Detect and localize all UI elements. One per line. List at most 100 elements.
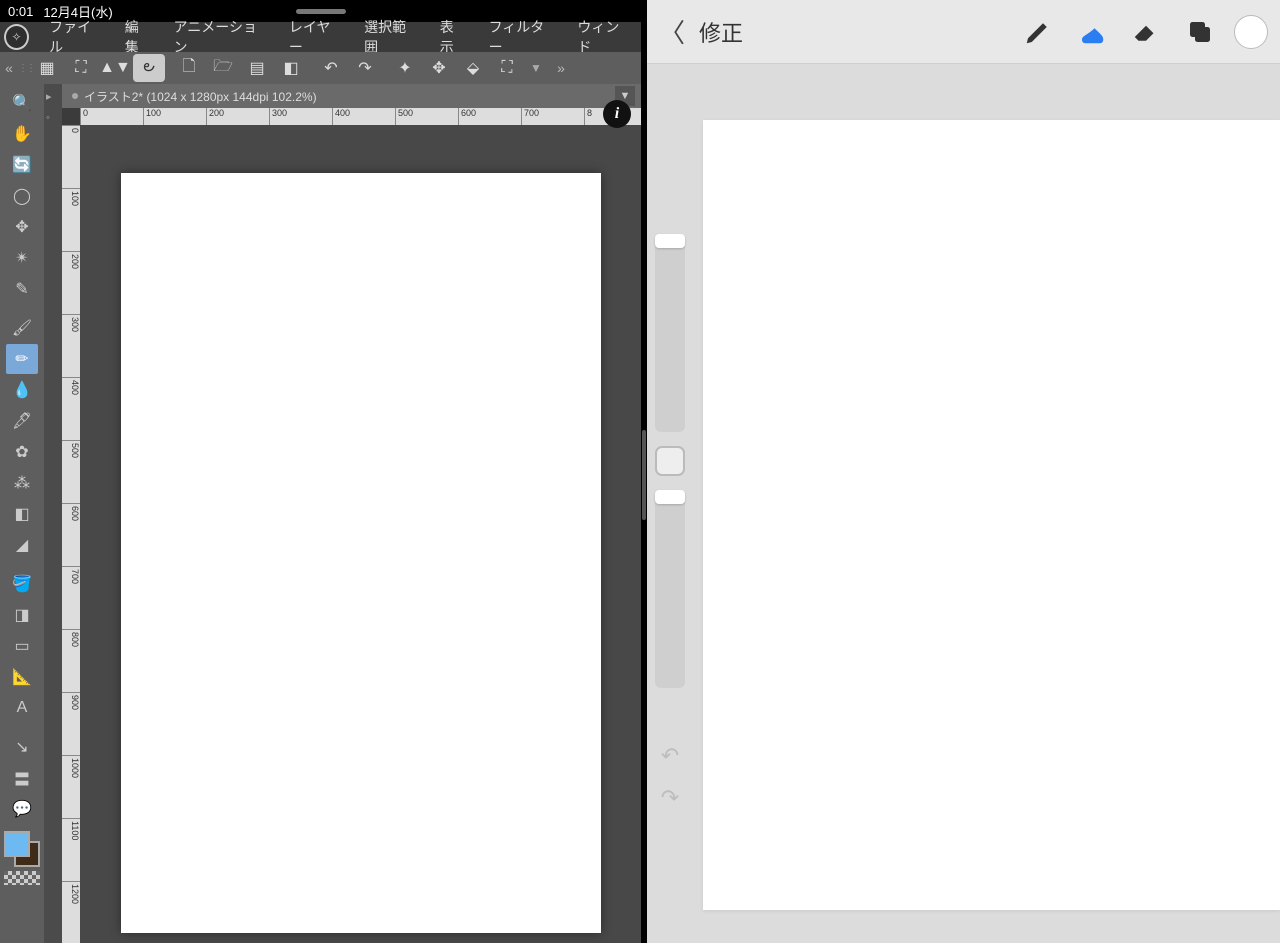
gradient-tool-icon[interactable]: ◨ (6, 600, 38, 630)
guides-icon[interactable]: ✥ (423, 54, 455, 82)
undo-icon[interactable]: ↶ (656, 742, 684, 770)
swirl-icon[interactable]: ౿ (133, 54, 165, 82)
scroll-left-icon[interactable]: « (0, 60, 18, 76)
eraser-tool-icon[interactable]: ◧ (6, 499, 38, 529)
ruler-tick: 300 (269, 108, 287, 125)
scroll-right-icon[interactable]: » (552, 60, 570, 76)
ruler-tick: 100 (143, 108, 161, 125)
left-body: 🔍 ✋ 🔄 ◯ ✥ ✴ ✎ 🖌 ✏ 💧 🖋 ✿ ⁂ ◧ ◢ 🪣 ◨ ▭ 📐 A … (0, 84, 641, 943)
text-tool-icon[interactable]: A (6, 693, 38, 723)
ruler-tick: 400 (332, 108, 350, 125)
snap-icon[interactable]: ✦ (389, 54, 421, 82)
menu-file[interactable]: ファイル (39, 17, 113, 57)
shape-tool-icon[interactable]: ▭ (6, 631, 38, 661)
sort2-icon[interactable]: ◧ (275, 54, 307, 82)
balloon-tool-icon[interactable]: 💬 (6, 794, 38, 824)
opacity-slider[interactable] (655, 490, 685, 688)
divider-handle-icon[interactable] (642, 430, 646, 520)
ruler-tick: 600 (62, 503, 80, 521)
brush-size-slider[interactable] (655, 234, 685, 432)
prop-arrow-icon[interactable]: ▸ (46, 90, 60, 104)
ruler-tick: 400 (62, 377, 80, 395)
ruler-tool-icon[interactable]: 📐 (6, 662, 38, 692)
rotate-tool-icon[interactable]: 🔄 (6, 150, 38, 180)
spray-tool-icon[interactable]: ⁂ (6, 468, 38, 498)
ruler-tick: 500 (395, 108, 413, 125)
sort-icon[interactable]: ▲▼ (99, 54, 131, 82)
gallery-label[interactable]: 修正 (699, 16, 743, 48)
procreate-page[interactable] (703, 120, 1280, 910)
ruler-vertical[interactable]: 0100200300400500600700800900100011001200 (62, 125, 80, 943)
fg-color[interactable] (4, 831, 30, 857)
ruler-tick: 1000 (62, 755, 80, 778)
menu-layer[interactable]: レイヤー (279, 17, 352, 57)
transform-icon[interactable]: ⛶ (491, 54, 523, 82)
menu-animation[interactable]: アニメーション (164, 17, 277, 57)
brush-tool[interactable] (1018, 12, 1058, 52)
ruler-tick: 0 (80, 108, 88, 125)
canvas-page[interactable] (121, 173, 601, 933)
back-icon[interactable]: 〈 (659, 13, 685, 50)
document-title: イラスト2* (1024 x 1280px 144dpi 102.2%) (84, 88, 317, 105)
move-tool-icon[interactable]: ✥ (6, 212, 38, 242)
document-tab[interactable]: イラスト2* (1024 x 1280px 144dpi 102.2%) ▼ (62, 84, 641, 108)
expand-icon[interactable]: ⛶ (65, 54, 97, 82)
hand-tool-icon[interactable]: ✋ (6, 119, 38, 149)
menu-window[interactable]: ウィンド (567, 17, 641, 57)
prop-size-icon[interactable]: ◦ (46, 112, 60, 126)
canvas-wrap: 0100200300400500600700800900100011001200 (62, 125, 641, 943)
deco-tool-icon[interactable]: ✿ (6, 437, 38, 467)
info-badge-icon[interactable]: i (603, 100, 631, 128)
home-indicator[interactable] (296, 9, 346, 14)
unsaved-dot-icon (72, 93, 78, 99)
pen-tool-icon[interactable]: ✎ (6, 274, 38, 304)
menu-edit[interactable]: 編集 (115, 17, 162, 57)
ink-tool-icon[interactable]: 🖋 (6, 406, 38, 436)
menu-filter[interactable]: フィルター (479, 17, 566, 57)
app-logo-icon[interactable]: ✧ (4, 24, 29, 50)
undo-icon[interactable]: ↶ (315, 54, 347, 82)
grid-icon[interactable]: ▦ (31, 54, 63, 82)
canvas-viewport[interactable] (80, 125, 641, 943)
ruler-tick: 200 (62, 251, 80, 269)
open-file-icon[interactable]: 🗁 (207, 54, 239, 82)
ruler-tick: 600 (458, 108, 476, 125)
blend-tool-icon[interactable]: ◢ (6, 530, 38, 560)
drag-handle-icon[interactable]: ⋮⋮ (18, 63, 30, 74)
slider-thumb[interactable] (655, 490, 685, 504)
eyedrop-tool-icon[interactable]: ↘ (6, 732, 38, 762)
canvas-area: イラスト2* (1024 x 1280px 144dpi 102.2%) ▼ 0… (62, 84, 641, 943)
lasso-tool-icon[interactable]: ◯ (6, 181, 38, 211)
bucket-icon[interactable]: ⬙ (457, 54, 489, 82)
ruler-tick: 1100 (62, 818, 80, 840)
wand-tool-icon[interactable]: ✴ (6, 243, 38, 273)
procreate-canvas-area[interactable] (693, 64, 1280, 943)
airbrush-tool-icon[interactable]: 💧 (6, 375, 38, 405)
redo-icon[interactable]: ↷ (349, 54, 381, 82)
command-bar: « ⋮⋮ ▦ ⛶ ▲▼ ౿ 🗋 🗁 ▤ ◧ ↶ ↷ ✦ ✥ ⬙ ⛶ ▼ » (0, 52, 641, 84)
smudge-tool[interactable] (1072, 12, 1112, 52)
color-swatch[interactable] (4, 831, 40, 867)
ruler-tick: 700 (521, 108, 539, 125)
dropdown-icon[interactable]: ▼ (530, 61, 552, 75)
redo-icon[interactable]: ↷ (656, 784, 684, 812)
pencil-tool-icon[interactable]: ✏ (6, 344, 38, 374)
menu-bar: ✧ ファイル 編集 アニメーション レイヤー 選択範囲 表示 フィルター ウィン… (0, 22, 641, 52)
left-app: 0:01 12月4日(水) ✧ ファイル 編集 アニメーション レイヤー 選択範… (0, 0, 641, 943)
zoom-tool-icon[interactable]: 🔍 (6, 88, 38, 118)
save-icon[interactable]: ▤ (241, 54, 273, 82)
ruler-horizontal[interactable]: 01002003004005006007008 (80, 108, 641, 125)
new-file-icon[interactable]: 🗋 (173, 54, 205, 82)
menu-selection[interactable]: 選択範囲 (354, 17, 428, 57)
color-picker-circle[interactable] (1234, 15, 1268, 49)
brush-tool-icon[interactable]: 🖌 (6, 313, 38, 343)
modify-button-icon[interactable] (655, 446, 685, 476)
eraser-tool[interactable] (1126, 12, 1166, 52)
slider-thumb[interactable] (655, 234, 685, 248)
checker-icon (4, 871, 40, 885)
frame-tool-icon[interactable]: 〓 (6, 763, 38, 793)
layers-tool[interactable] (1180, 12, 1220, 52)
ruler-tick: 500 (62, 440, 80, 458)
fill-tool-icon[interactable]: 🪣 (6, 569, 38, 599)
menu-view[interactable]: 表示 (430, 17, 477, 57)
